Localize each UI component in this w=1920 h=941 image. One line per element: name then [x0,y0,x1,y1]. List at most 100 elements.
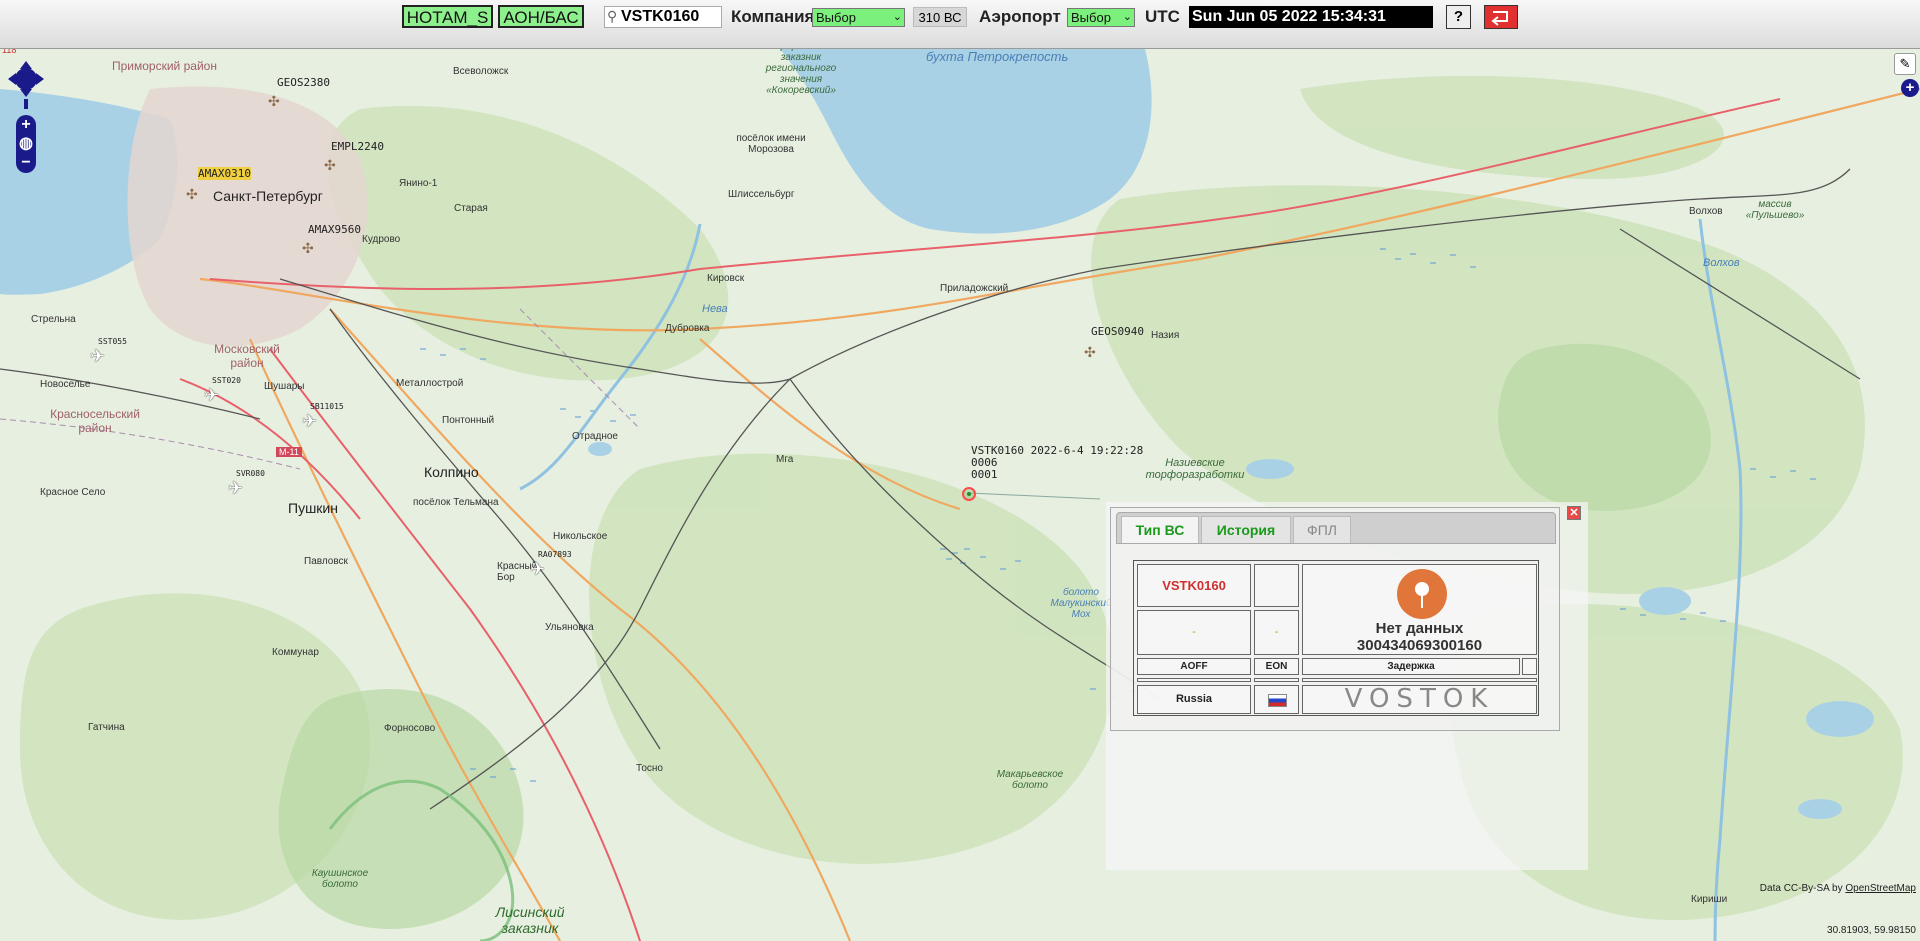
place-label: Московский район [214,342,280,370]
place-label: Красносельский район [50,407,140,435]
drone-icon[interactable]: ✣ [186,187,198,201]
place-label: природный заказник регионального значени… [765,49,837,96]
tab-aircraft-type[interactable]: Тип ВС [1121,516,1199,543]
selected-track-label: VSTK0160 2022-6-4 19:22:28 0006 0001 [971,444,1144,481]
map-scale-tag: 118 [2,49,17,55]
header-delay: Задержка [1302,658,1520,675]
zoom-in-button[interactable]: + [16,115,36,134]
zoom-out-button[interactable]: − [16,153,36,172]
header-eon: EON [1254,658,1299,675]
airport-label: Аэропорт [979,7,1061,26]
pencil-icon[interactable]: ✎ [1894,53,1916,75]
place-label: Макарьевское болото [996,769,1064,791]
place-label: посёлок Тельмана [413,497,499,508]
company-select[interactable]: Выбор ⌄ [812,8,905,27]
place-label: Янино-1 [399,178,438,189]
no-photo-icon [1397,569,1447,619]
utc-label: UTC [1145,7,1180,26]
place-label: Волхов [1689,206,1723,217]
place-label: Стрельна [31,314,76,325]
place-label: Пушкин [288,500,338,516]
drone-icon[interactable]: ✣ [302,241,314,255]
place-label: Тосно [636,763,663,774]
airport-select-value: Выбор [1071,10,1111,25]
help-button[interactable]: ? [1446,5,1471,29]
aircraft-label: SVR080 [236,469,265,478]
no-data-text: Нет данных [1375,620,1464,637]
close-icon[interactable]: ✕ [1567,506,1581,520]
airplane-icon[interactable]: ✈ [530,560,545,578]
aircraft-label: EMPL2240 [331,140,384,153]
exit-button[interactable] [1484,5,1518,29]
zoom-control: + ◍ − [16,115,36,173]
tab-fpl[interactable]: ФПЛ [1293,516,1351,543]
spacer-cell [1302,678,1537,682]
airport-select[interactable]: Выбор ⌄ [1067,8,1135,27]
drone-icon[interactable]: ✣ [1084,345,1096,359]
empty-cell [1254,564,1299,607]
place-label: посёлок имени Морозова [736,133,806,155]
place-label: Новоселье [40,379,91,390]
russia-flag-icon [1268,694,1287,707]
aircraft-label: AMAX9560 [308,223,361,236]
place-label: Кудрово [362,234,401,245]
place-label: Лисинский заказник [495,904,565,936]
place-label: бухта Петрокрепость [926,49,1069,64]
airplane-icon[interactable]: ✈ [90,347,105,365]
search-field[interactable]: ⚲ [604,6,722,28]
selected-aircraft-marker[interactable] [962,487,976,501]
place-label: Красное Село [40,487,106,498]
place-label: Нева [702,303,728,315]
notam-toggle-button[interactable]: НОТАМ_S [402,5,493,28]
airplane-icon[interactable]: ✈ [302,412,317,430]
airplane-icon[interactable]: ✈ [204,386,219,404]
pan-control[interactable] [8,59,44,109]
aircraft-label: SST020 [212,376,241,385]
airplane-icon[interactable]: ✈ [228,479,243,497]
place-label: Назиевские торфоразработки [1145,457,1245,481]
aon-bas-toggle-button[interactable]: АОН/БАС [498,5,584,28]
place-label: Дубровка [665,323,710,334]
aircraft-label: SST055 [98,337,127,346]
drone-icon[interactable]: ✣ [324,158,336,172]
spacer-cell [1254,678,1299,682]
search-input[interactable] [621,8,719,26]
company-label: Компания [731,7,815,26]
device-id: 300434069300160 [1356,637,1483,654]
place-label: Каушинское болото [311,868,369,890]
place-label: Никольское [553,531,608,542]
search-icon: ⚲ [607,8,618,24]
place-label: Форносово [384,723,436,734]
layer-switcher-button[interactable]: + [1901,79,1919,97]
value-cell: - [1254,610,1299,655]
place-label: Кириши [1691,894,1728,905]
aircraft-label: RA07893 [538,550,572,559]
country-cell: Russia [1137,685,1251,714]
place-label: Колпино [424,464,479,480]
top-toolbar: НОТАМ_S АОН/БАС ⚲ Компания Выбор ⌄ 310 В… [0,0,1920,49]
place-label: Металлострой [396,378,464,389]
popup-tabs: Тип ВС История ФПЛ [1116,512,1556,544]
map-attribution: Data CC-By-SA by OpenStreetMap [1760,883,1916,894]
place-label: Шушары [264,381,305,392]
aircraft-label: AMAX0310 [198,167,251,180]
place-label: Коммунар [272,647,319,658]
tab-history[interactable]: История [1201,516,1291,543]
map-view[interactable]: 118 Приморский район Всеволожск Санкт-Пе… [0,49,1920,941]
road-shield: М-11 [276,447,302,457]
place-label: Назия [1151,330,1180,341]
value-cell: - [1137,610,1251,655]
place-label: Мга [776,454,794,465]
return-arrow-icon [1491,11,1508,26]
place-label: Отрадное [572,431,618,442]
aircraft-label: SB11015 [310,402,344,411]
place-label: Санкт-Петербург [213,188,323,204]
globe-icon[interactable]: ◍ [16,134,36,153]
place-label: Павловск [304,556,348,567]
drone-icon[interactable]: ✣ [268,94,280,108]
place-label: болото Малукинский Мох [1050,587,1112,620]
callsign-cell: VSTK0160 [1137,564,1251,607]
place-label: Волхов [1703,257,1740,269]
osm-link[interactable]: OpenStreetMap [1845,883,1916,894]
aircraft-label: GEOS2380 [277,76,330,89]
